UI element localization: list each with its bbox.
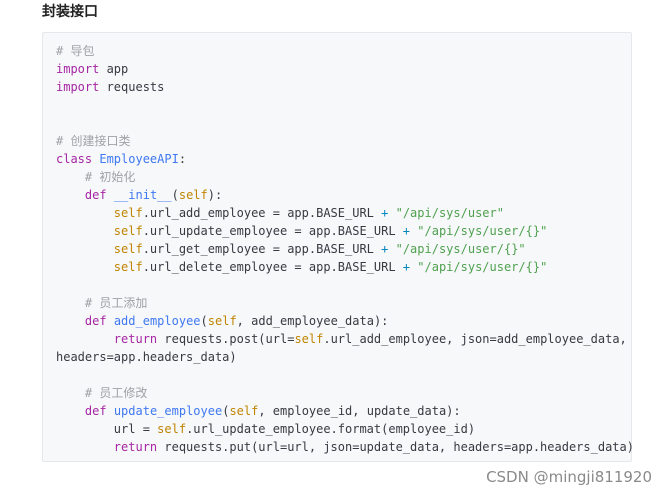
code-line: import app (56, 62, 128, 76)
code-token: self (207, 314, 237, 328)
code-token: # 创建接口类 (56, 134, 131, 148)
code-token: import (56, 62, 100, 76)
code-token: .url_update_employee.format(employee_id) (186, 422, 476, 436)
code-token: headers=app.headers_data) (56, 350, 237, 364)
code-token: def (84, 404, 107, 418)
code-token: requests.put(url=url, json=update_data, … (157, 440, 634, 454)
code-token: return (113, 440, 158, 454)
code-token: # 初始化 (56, 170, 136, 184)
code-token: def (84, 314, 107, 328)
code-line: def update_employee(self, employee_id, u… (56, 404, 461, 418)
code-token: self (294, 332, 324, 346)
code-line: class EmployeeAPI: (56, 152, 186, 166)
code-line: # 初始化 (56, 170, 135, 184)
code-token: self (229, 404, 259, 418)
code-line: def __init__(self): (56, 188, 222, 202)
code-token: requests (99, 80, 165, 94)
code-token: update_employee (113, 404, 223, 418)
code-token: + (402, 260, 411, 274)
code-line: import requests (56, 80, 164, 94)
code-line: self.url_get_employee = app.BASE_URL + "… (56, 242, 526, 256)
code-token: .url_update_employee = app.BASE_URL (142, 224, 403, 238)
csdn-watermark: CSDN @mingji811920 (486, 468, 652, 486)
code-token: # 员工修改 (56, 386, 148, 400)
code-token: + (402, 224, 411, 238)
code-line: return requests.post(url=self.url_add_em… (56, 332, 627, 346)
code-token: app (99, 62, 129, 76)
code-line: def add_employee(self, add_employee_data… (56, 314, 388, 328)
code-line: url = self.url_update_employee.format(em… (56, 422, 475, 436)
code-token: ( (171, 188, 179, 202)
code-line: headers=app.headers_data) (56, 350, 237, 364)
code-token: .url_add_employee = app.BASE_URL (142, 206, 382, 220)
code-token: EmployeeAPI (99, 152, 179, 166)
code-block: # 导包 import app import requests # 创建接口类 … (42, 32, 634, 462)
code-content[interactable]: # 导包 import app import requests # 创建接口类 … (56, 42, 634, 456)
code-token: self (157, 422, 187, 436)
code-line: return requests.put(url=url, json=update… (56, 440, 634, 454)
code-token: : (178, 152, 187, 166)
code-token: self (113, 260, 143, 274)
code-line: # 创建接口类 (56, 134, 130, 148)
code-token: "/api/sys/user/{}" (417, 224, 548, 238)
code-line: self.url_add_employee = app.BASE_URL + "… (56, 206, 504, 220)
code-line: self.url_delete_employee = app.BASE_URL … (56, 260, 548, 274)
code-token: ( (200, 314, 208, 328)
code-token: ): (207, 188, 223, 202)
code-line: # 员工修改 (56, 386, 147, 400)
section-heading: 封装接口 (42, 4, 98, 20)
code-token: .url_get_employee = app.BASE_URL (142, 242, 382, 256)
code-token: "/api/sys/user/{}" (395, 242, 526, 256)
code-token: .url_add_employee, json=add_employee_dat… (323, 332, 627, 346)
code-token: .url_delete_employee = app.BASE_URL (142, 260, 403, 274)
code-token: import (56, 80, 100, 94)
code-token: requests.post(url= (157, 332, 295, 346)
code-token: , employee_id, update_data): (258, 404, 461, 418)
code-token: self (113, 206, 143, 220)
code-token: url = (56, 422, 158, 436)
code-line: self.url_update_employee = app.BASE_URL … (56, 224, 548, 238)
code-line: # 员工添加 (56, 296, 147, 310)
code-token: class (56, 152, 93, 166)
code-token: self (178, 188, 208, 202)
code-token: self (113, 224, 143, 238)
code-token: def (84, 188, 107, 202)
code-token: add_employee (113, 314, 201, 328)
code-token: __init__ (113, 188, 172, 202)
code-token: self (113, 242, 143, 256)
code-line: # 导包 (56, 44, 94, 58)
code-token: # 员工添加 (56, 296, 148, 310)
code-token: return (113, 332, 158, 346)
code-token: "/api/sys/user/{}" (417, 260, 548, 274)
code-token: , add_employee_data): (236, 314, 389, 328)
code-token: "/api/sys/user" (395, 206, 504, 220)
code-token: # 导包 (56, 44, 95, 58)
